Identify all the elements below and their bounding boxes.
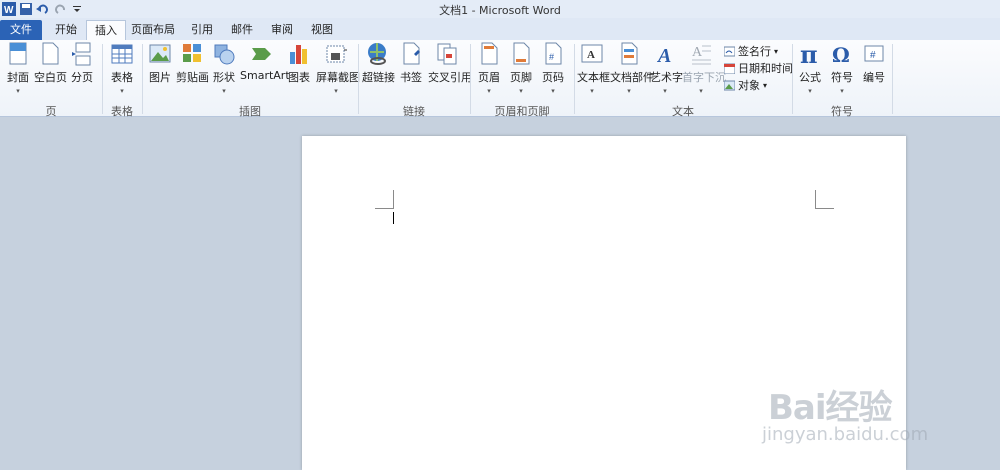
object-button[interactable]: 对象 ▾ (724, 77, 767, 93)
page-number-button[interactable]: # 页码 ▾ (540, 42, 566, 95)
tab-file[interactable]: 文件 (0, 20, 42, 40)
margin-corner-top-right (815, 190, 834, 209)
drop-cap-button[interactable]: A 首字下沉 ▾ (682, 42, 726, 95)
shapes-button[interactable]: 形状 ▾ (212, 42, 236, 95)
clipart-button[interactable]: 剪贴画 (176, 42, 209, 85)
date-time-button[interactable]: 日期和时间 (724, 60, 793, 76)
page-number-icon: # (545, 42, 562, 65)
svg-text:#: # (549, 52, 554, 62)
equation-button[interactable]: π 公式 ▾ (796, 42, 824, 95)
cover-page-button[interactable]: 封面 ▾ (4, 42, 32, 95)
smartart-button[interactable]: SmartArt (240, 42, 290, 82)
text-cursor (393, 212, 394, 224)
chart-button[interactable]: 图表 (286, 42, 312, 85)
table-icon (111, 44, 133, 64)
svg-text:π: π (800, 42, 818, 66)
wordart-icon: A (656, 45, 671, 66)
svg-text:#: # (870, 50, 876, 61)
page-break-button[interactable]: 分页 (70, 42, 94, 85)
title-bar: W 文档1 - Microsoft Word (0, 0, 1000, 19)
page-break-icon (72, 42, 91, 66)
text-box-button[interactable]: A 文本框 ▾ (577, 42, 610, 95)
screenshot-button[interactable]: 屏幕截图 ▾ (316, 42, 360, 95)
tab-insert[interactable]: 插入 (86, 20, 126, 42)
screenshot-icon (326, 45, 347, 63)
blank-page-icon (42, 42, 59, 65)
numbering-button[interactable]: # 编号 (860, 42, 888, 85)
object-icon (724, 80, 735, 90)
tab-references[interactable]: 引用 (184, 20, 220, 40)
hyperlink-button[interactable]: 超链接 (362, 42, 395, 85)
wordart-button[interactable]: A 艺术字 ▾ (650, 42, 683, 95)
bookmark-button[interactable]: 书签 (398, 42, 424, 85)
tab-review[interactable]: 审阅 (264, 20, 300, 40)
quick-parts-button[interactable]: 文档部件 ▾ (610, 42, 654, 95)
ribbon: 封面 ▾ 空白页 分页 页 表格 ▾ 表格 图片 剪贴画 形状 ▾ SmartArt … (0, 40, 1000, 118)
tab-mailings[interactable]: 邮件 (224, 20, 260, 40)
svg-text:Ω: Ω (832, 43, 850, 66)
omega-icon: Ω (832, 43, 850, 66)
symbol-button[interactable]: Ω 符号 ▾ (828, 42, 856, 95)
header-icon (481, 42, 498, 65)
footer-icon (513, 42, 530, 65)
smartart-icon (252, 48, 271, 60)
signature-line-button[interactable]: 签名行 ▾ (724, 43, 778, 59)
footer-button[interactable]: 页脚 ▾ (508, 42, 534, 95)
svg-text:A: A (692, 45, 703, 60)
picture-button[interactable]: 图片 (146, 42, 174, 85)
cross-reference-icon (437, 43, 457, 65)
drop-cap-icon: A (692, 45, 711, 65)
table-button[interactable]: 表格 ▾ (108, 42, 136, 95)
blank-page-button[interactable]: 空白页 (34, 42, 67, 85)
cover-page-icon (9, 42, 27, 65)
ribbon-tab-bar: 文件 开始 插入 页面布局 引用 邮件 审阅 视图 (0, 18, 1000, 42)
margin-corner-top-left (375, 190, 394, 209)
text-box-icon: A (581, 44, 603, 63)
chart-icon (290, 45, 307, 64)
window-title: 文档1 - Microsoft Word (439, 4, 561, 17)
baidu-watermark: Bai经验 jingyan.baidu.com (762, 380, 998, 470)
signature-line-icon (724, 46, 735, 56)
svg-text:A: A (656, 45, 671, 66)
tab-home[interactable]: 开始 (48, 20, 84, 40)
numbering-icon: # (864, 45, 884, 62)
quick-parts-icon (621, 42, 638, 65)
tab-view[interactable]: 视图 (304, 20, 340, 40)
watermark-url: jingyan.baidu.com (762, 424, 929, 445)
picture-icon (149, 44, 171, 63)
tab-page-layout[interactable]: 页面布局 (128, 20, 178, 40)
svg-text:A: A (587, 49, 595, 61)
cross-reference-button[interactable]: 交叉引用 (428, 42, 472, 85)
hyperlink-icon (368, 43, 386, 65)
shapes-icon (214, 44, 235, 65)
watermark-logo: Bai经验 (768, 388, 893, 428)
calendar-icon (724, 63, 735, 74)
bookmark-icon (403, 42, 420, 65)
clipart-icon (183, 44, 201, 62)
pi-icon: π (800, 42, 818, 66)
header-button[interactable]: 页眉 ▾ (476, 42, 502, 95)
